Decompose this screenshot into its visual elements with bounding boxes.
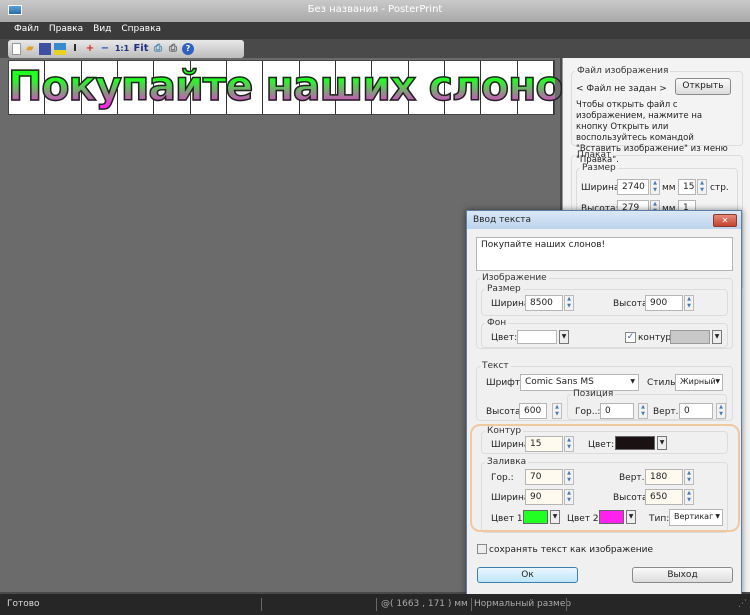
image-width-spinner[interactable]: ▲ ▼ <box>564 295 574 311</box>
text-input[interactable]: Покупайте наших слонов! <box>476 237 733 271</box>
app-icon <box>8 5 22 15</box>
open-folder-icon[interactable]: ▰ <box>24 43 36 55</box>
image-legend: Изображение <box>482 273 547 283</box>
print-preview-icon[interactable]: ⎙ <box>152 43 164 55</box>
poster-width-spinner[interactable]: ▲ ▼ <box>650 179 660 195</box>
style-label: Стиль: <box>647 378 679 388</box>
menu-bar: Файл Правка Вид Справка <box>0 22 750 39</box>
pages-unit: стр. <box>710 183 729 193</box>
zoom-out-icon[interactable]: − <box>99 43 111 55</box>
text-height-input[interactable]: 600 <box>519 403 547 419</box>
poster-size-legend: Размер <box>582 163 616 173</box>
text-legend: Текст <box>482 361 509 371</box>
vert-input[interactable]: 0 <box>679 403 713 419</box>
insert-image-icon[interactable] <box>54 43 66 55</box>
text-height-spinner[interactable]: ▲ ▼ <box>552 403 562 419</box>
poster-text: Покупайте наших слонов! <box>7 60 607 115</box>
poster-width-pages-spinner[interactable]: ▲ ▼ <box>697 179 707 195</box>
print-icon[interactable]: ⎙ <box>167 43 179 55</box>
text-height-label: Высота: <box>486 407 524 417</box>
vert-label: Верт.: <box>653 407 682 417</box>
help-icon[interactable]: ? <box>182 43 194 55</box>
title-bar: Без названия - PosterPrint <box>0 0 750 22</box>
resize-grip-icon[interactable]: ⋰ <box>738 599 747 609</box>
position-legend: Позиция <box>573 389 614 399</box>
bg-color-label: Цвет: <box>491 333 518 343</box>
outline-color-swatch[interactable] <box>670 330 710 344</box>
font-label: Шрифт: <box>486 378 524 388</box>
menu-help[interactable]: Справка <box>116 22 166 36</box>
close-icon[interactable]: ✕ <box>713 214 737 227</box>
vert-spinner[interactable]: ▲ ▼ <box>716 403 726 419</box>
status-coords: @( 1663 , 171 ) мм <box>381 599 468 609</box>
hor-spinner[interactable]: ▲ ▼ <box>638 403 648 419</box>
outline-color-dropdown[interactable]: ▼ <box>712 330 722 344</box>
exit-button[interactable]: Выход <box>632 567 733 583</box>
image-file-legend: Файл изображения <box>577 66 669 76</box>
window-title: Без названия - PosterPrint <box>307 4 443 15</box>
ok-button[interactable]: Ок <box>477 567 578 583</box>
status-zoom: Нормальный размер <box>474 599 572 609</box>
fit-button[interactable]: Fit <box>133 43 149 55</box>
highlight-outline <box>470 424 740 532</box>
poster-width-input[interactable]: 2740 <box>617 179 649 195</box>
menu-file[interactable]: Файл <box>0 22 44 36</box>
image-size-legend: Размер <box>487 284 521 294</box>
insert-text-icon[interactable]: I <box>69 43 81 55</box>
poster-width-pages-input[interactable]: 15 <box>678 179 696 195</box>
hor-input[interactable]: 0 <box>600 403 634 419</box>
style-value: Жирный <box>680 377 716 386</box>
poster-width-unit: мм <box>662 183 676 193</box>
hor-label: Гор..: <box>575 407 601 417</box>
outline-checkbox[interactable]: ✓ <box>625 332 636 343</box>
menu-edit[interactable]: Правка <box>44 22 88 36</box>
image-width-input[interactable]: 8500 <box>525 295 563 311</box>
save-as-image-checkbox[interactable] <box>477 544 487 554</box>
background-legend: Фон <box>487 318 507 328</box>
image-height-input[interactable]: 900 <box>645 295 683 311</box>
save-as-image-label: сохранять текст как изображение <box>489 545 654 555</box>
zoom-in-icon[interactable]: + <box>84 43 96 55</box>
font-value: Comic Sans MS <box>525 377 594 387</box>
image-height-spinner[interactable]: ▲ ▼ <box>684 295 694 311</box>
text-input-dialog: Ввод текста ✕ Покупайте наших слонов! Из… <box>466 210 742 595</box>
bg-color-dropdown[interactable]: ▼ <box>559 330 569 344</box>
actual-size-button[interactable]: 1:1 <box>114 43 130 55</box>
open-button[interactable]: Открыть <box>675 78 731 95</box>
no-file-label: < Файл не задан > <box>576 84 667 94</box>
menu-view[interactable]: Вид <box>88 22 116 36</box>
dialog-title: Ввод текста <box>467 211 741 229</box>
save-icon[interactable] <box>39 43 51 55</box>
poster-legend: Плакат <box>577 150 612 160</box>
status-ready: Готово <box>7 599 40 609</box>
status-bar: Готово @( 1663 , 171 ) мм Нормальный раз… <box>0 594 750 615</box>
toolbar: ▰ I + − 1:1 Fit ⎙ ⎙ ? <box>8 40 244 58</box>
outline-checkbox-label: контур <box>638 333 672 343</box>
bg-color-swatch[interactable] <box>517 330 557 344</box>
new-file-icon[interactable] <box>12 43 21 55</box>
